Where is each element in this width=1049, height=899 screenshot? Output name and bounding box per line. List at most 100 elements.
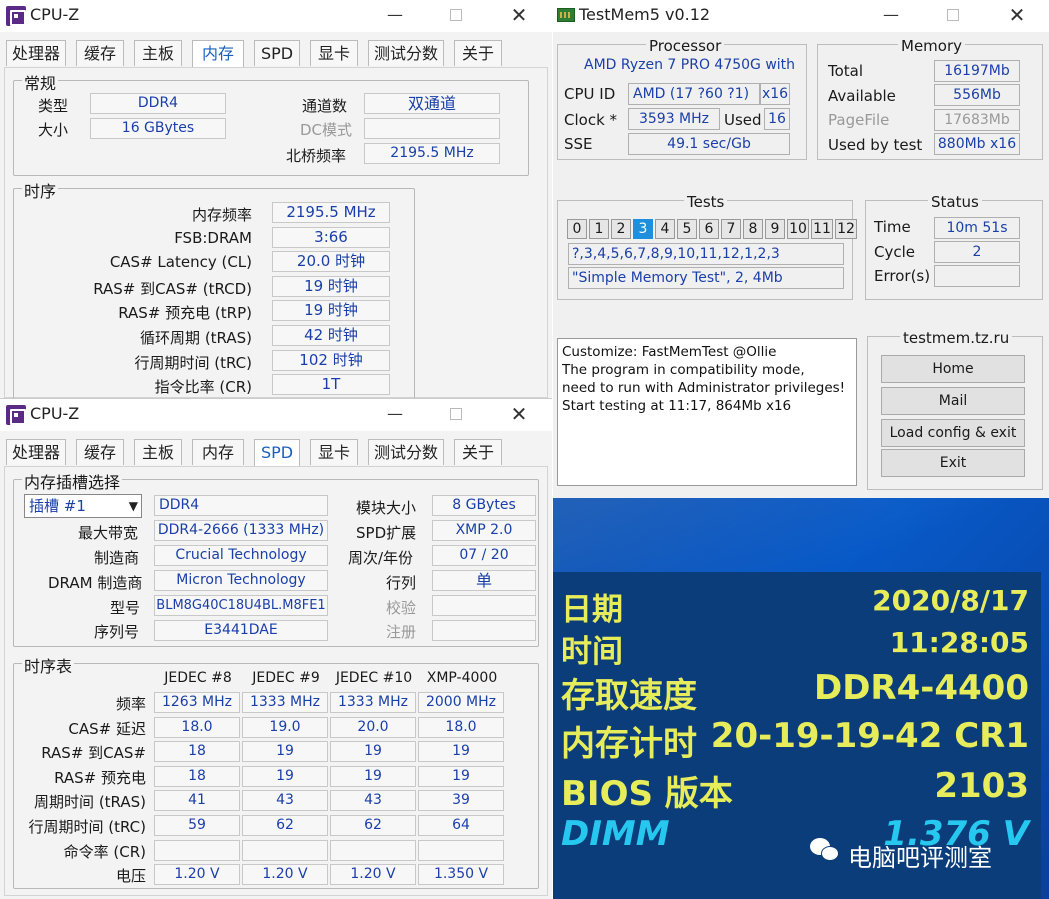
test-cell: 11 [811,219,833,239]
timing-value: 102 时钟 [272,349,390,371]
processor-group: Processor AMD Ryzen 7 PRO 4750G with CPU… [557,37,807,160]
memory-group: Memory Total 16197Mb Available 556Mb Pag… [817,37,1043,160]
column-header: JEDEC #10 [335,670,413,686]
wechat-icon [810,838,840,864]
clock-label: Clock * [564,111,618,129]
log-textbox[interactable]: Customize: FastMemTest @Ollie The progra… [557,338,857,486]
maximize-icon[interactable] [941,4,965,26]
processor-label: Processor [646,37,725,55]
info-value: 20-19-19-42 CR1 [710,716,1029,756]
timing-label: RAS# 预充电 (tRP) [118,304,252,323]
tab-spd[interactable]: SPD [254,40,300,66]
dram-maker-label: DRAM 制造商 [48,574,143,592]
cpuz-window-spd: CPU-Z — ✕ 处理器 缓存 主板 内存 SPD 显卡 测试分数 关于 内存… [0,398,552,899]
cycle-label: Cycle [874,243,915,261]
table-cell [418,839,504,861]
tab-processor[interactable]: 处理器 [6,439,66,465]
status-label: Status [928,193,982,211]
checksum-value [432,595,536,616]
spd-ext-label: SPD扩展 [356,524,417,542]
table-cell: 59 [154,815,240,836]
slot-select[interactable]: 插槽 #1 ▼ [24,494,142,518]
registered-value [432,620,536,641]
part-number-label: 型号 [110,599,141,617]
tab-bench[interactable]: 测试分数 [368,40,444,66]
tab-cache[interactable]: 缓存 [76,40,124,66]
table-cell: 19 [418,741,504,763]
total-value: 16197Mb [934,60,1020,82]
table-cell [154,839,240,861]
info-key: DIMM [561,814,670,854]
column-header: JEDEC #9 [252,670,320,686]
close-icon[interactable]: ✕ [507,4,531,26]
ram-chip-icon [557,8,575,22]
title-bar: CPU-Z — ✕ [0,399,552,431]
home-button[interactable]: Home [881,355,1025,383]
tab-memory[interactable]: 内存 [192,439,244,465]
info-value: 11:28:05 [889,626,1029,659]
close-icon[interactable]: ✕ [1005,4,1029,26]
minimize-icon[interactable]: — [383,4,407,26]
slot-select-value: 插槽 #1 [29,497,86,515]
slot-label: 内存插槽选择 [22,469,123,493]
row-label: RAS# 预充电 [54,768,146,787]
maximize-icon[interactable] [444,4,468,26]
log-line: Start testing at 11:17, 864Mb x16 [562,398,792,414]
timing-value: 1T [272,374,390,396]
info-key: 时间 [561,634,623,670]
timing-value: 3:66 [272,226,390,248]
table-cell: 1.350 V [418,864,504,886]
tab-mainboard[interactable]: 主板 [134,439,182,465]
dc-mode-label: DC模式 [300,121,353,139]
testmem-window: TestMem5 v0.12 — ✕ Processor AMD Ryzen 7… [553,0,1049,498]
tab-about[interactable]: 关于 [454,40,502,66]
test-cell: 9 [765,219,785,239]
maximize-icon[interactable] [444,403,468,425]
checksum-label: 校验 [386,599,417,617]
table-cell: 62 [242,815,328,836]
tests-group: Tests 0 1 2 3 4 5 6 7 8 9 10 11 12 ?,3,4,5,6,7,8,9,1… [557,193,857,300]
timings-group: 时序 内存频率 2195.5 MHz FSB:DRAM 3:66 CAS# Latenc… [13,178,415,400]
info-value: DDR4-4400 [813,668,1029,708]
row-label: 命令率 (CR) [63,842,146,861]
load-config-exit-button[interactable]: Load config & exit [881,419,1025,447]
minimize-icon[interactable]: — [383,403,407,425]
close-icon[interactable]: ✕ [507,403,531,425]
test-cell: 1 [589,219,609,239]
tab-mainboard[interactable]: 主板 [134,40,182,66]
total-label: Total [828,62,864,80]
table-cell: 1.20 V [154,864,240,886]
errors-label: Error(s) [874,267,931,285]
tab-bench[interactable]: 测试分数 [368,439,444,465]
cpuz-app-icon [6,405,26,425]
cpu-name: AMD Ryzen 7 PRO 4750G with [584,57,796,73]
module-size-label: 模块大小 [356,499,417,517]
tab-cache[interactable]: 缓存 [76,439,124,465]
tab-graphics[interactable]: 显卡 [310,40,358,66]
tab-graphics[interactable]: 显卡 [310,439,358,465]
status-group: Status Time 10m 51s Cycle 2 Error(s) [865,193,1043,300]
exit-button[interactable]: Exit [881,449,1025,477]
timing-value: 42 时钟 [272,325,390,346]
tab-about[interactable]: 关于 [454,439,502,465]
window-title: TestMem5 v0.12 [579,5,711,24]
table-cell: 39 [418,790,504,812]
minimize-icon[interactable]: — [879,4,903,26]
tab-spd[interactable]: SPD [254,439,300,467]
rank-value: 单 [432,570,536,591]
type-label: 类型 [38,97,69,115]
table-cell: 43 [242,790,328,812]
mail-button[interactable]: Mail [881,387,1025,415]
tab-memory[interactable]: 内存 [192,40,244,68]
timing-label: RAS# 到CAS# (tRCD) [93,279,252,298]
test-sequence: ?,3,4,5,6,7,8,9,10,11,12,1,2,3 [568,243,844,265]
table-cell: 1.20 V [330,864,416,886]
info-key: BIOS 版本 [561,774,733,814]
test-cell: 0 [567,219,587,239]
timing-value: 19 时钟 [272,300,390,322]
tab-processor[interactable]: 处理器 [6,40,66,66]
module-size-value: 8 GBytes [432,495,536,516]
nb-freq-label: 北桥频率 [286,147,347,165]
title-bar: CPU-Z — ✕ [0,0,552,32]
week-year-label: 周次/年份 [348,549,414,567]
